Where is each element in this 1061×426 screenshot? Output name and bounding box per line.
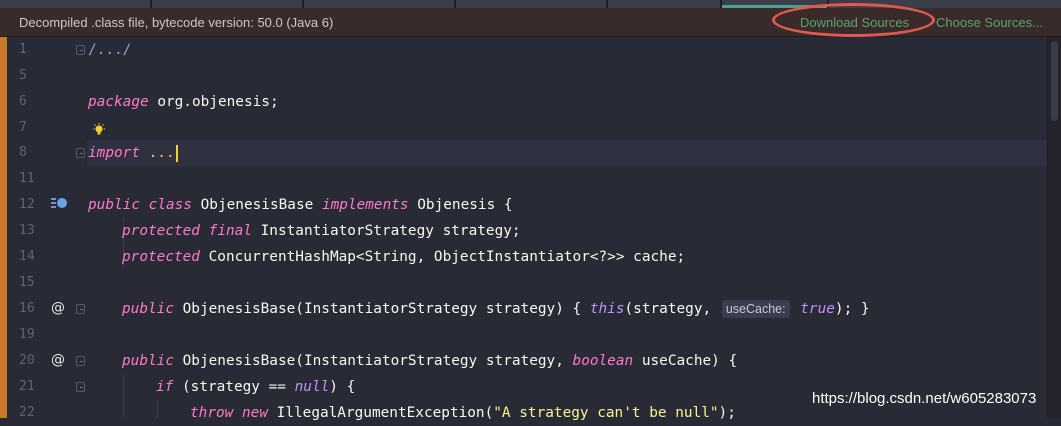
line-number: 21 <box>19 379 35 394</box>
code-line: 13 protected final InstantiatorStrategy … <box>0 218 1048 244</box>
line-number: 20 <box>19 353 35 368</box>
code-text: package org.objenesis; <box>88 94 279 110</box>
code-text: public ObjenesisBase(InstantiatorStrateg… <box>122 353 738 369</box>
code-line: 5 <box>0 63 1048 89</box>
line-number: 7 <box>19 120 27 135</box>
line-number: 22 <box>19 405 35 420</box>
line-number: 12 <box>19 197 35 212</box>
code-text: public ObjenesisBase(InstantiatorStrateg… <box>122 300 870 318</box>
implementation-gutter-icon[interactable] <box>50 196 68 210</box>
line-number: 14 <box>19 249 35 264</box>
line-number: 6 <box>19 94 27 109</box>
code-line: 20 @ public ObjenesisBase(InstantiatorSt… <box>0 348 1048 374</box>
code-line: 16 @ public ObjenesisBase(InstantiatorSt… <box>0 296 1048 322</box>
editor-tab[interactable] <box>829 0 1061 8</box>
code-text: import ... <box>88 140 178 166</box>
download-sources-link[interactable]: Download Sources <box>800 15 909 30</box>
line-number: 1 <box>19 42 27 57</box>
scrollbar-thumb[interactable] <box>1051 41 1058 121</box>
line-number: 11 <box>19 171 35 186</box>
annotation-at-icon[interactable]: @ <box>51 352 65 368</box>
choose-sources-link[interactable]: Choose Sources... <box>936 15 1043 30</box>
line-number: 19 <box>19 327 35 342</box>
editor-tab[interactable] <box>0 0 150 8</box>
fold-marker-icon[interactable] <box>76 148 85 158</box>
code-text: if (strategy == null) { <box>156 379 356 395</box>
editor-tab[interactable] <box>456 0 606 8</box>
line-number: 13 <box>19 223 35 238</box>
vertical-scrollbar[interactable] <box>1047 37 1061 418</box>
code-line: 19 <box>0 322 1048 348</box>
code-text: protected final InstantiatorStrategy str… <box>122 223 521 239</box>
line-number: 16 <box>19 301 35 316</box>
line-number: 8 <box>19 145 27 160</box>
code-text: /.../ <box>88 42 132 58</box>
code-text: throw new IllegalArgumentException("A st… <box>190 405 736 421</box>
code-line: 6 package org.objenesis; <box>0 89 1048 115</box>
annotation-at-icon[interactable]: @ <box>51 300 65 316</box>
code-line: 11 <box>0 166 1048 192</box>
editor-tab[interactable] <box>304 0 454 8</box>
editor-tab-strip <box>0 0 1061 8</box>
line-number: 5 <box>19 68 27 83</box>
banner-message: Decompiled .class file, bytecode version… <box>19 15 334 30</box>
code-line: 15 <box>0 270 1048 296</box>
line-number: 15 <box>19 275 35 290</box>
parameter-hint: useCache: <box>721 300 790 318</box>
code-text: public class ObjenesisBase implements Ob… <box>88 197 513 213</box>
code-line: 12 public class ObjenesisBase implements… <box>0 192 1048 218</box>
fold-marker-icon[interactable] <box>76 356 85 366</box>
fold-marker-icon[interactable] <box>76 45 85 55</box>
fold-marker-icon[interactable] <box>76 382 85 392</box>
text-cursor <box>175 144 178 162</box>
lightbulb-icon[interactable] <box>93 123 105 137</box>
code-line: 14 protected ConcurrentHashMap<String, O… <box>0 244 1048 270</box>
fold-marker-icon[interactable] <box>76 304 85 314</box>
editor-tab[interactable] <box>608 0 720 8</box>
watermark-text: https://blog.csdn.net/w605283073 <box>812 390 1037 407</box>
code-text: protected ConcurrentHashMap<String, Obje… <box>122 249 686 265</box>
code-line: 1 /.../ <box>0 37 1048 63</box>
code-line: 8 import ... <box>0 140 1048 166</box>
editor-tab[interactable] <box>152 0 302 8</box>
code-line: 7 <box>0 115 1048 141</box>
decompiled-notice-banner: Decompiled .class file, bytecode version… <box>0 8 1061 37</box>
